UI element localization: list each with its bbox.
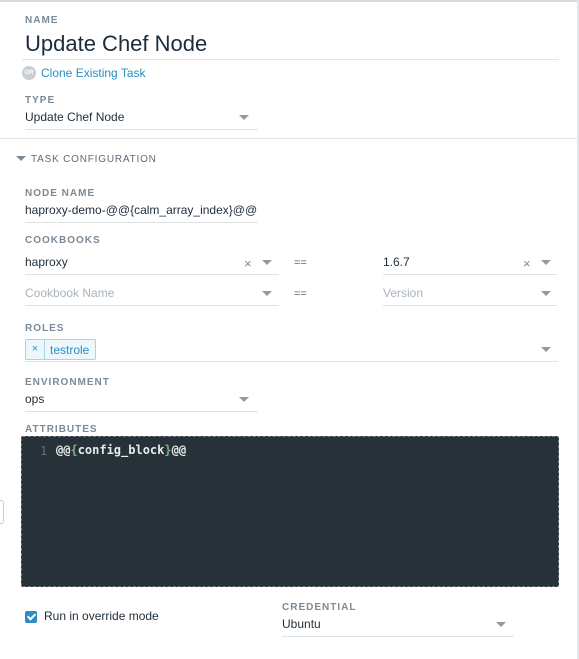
equals-operator: ==: [294, 257, 307, 269]
clone-existing-task-link[interactable]: Clone Existing Task: [41, 66, 146, 80]
new-cookbook-version-select[interactable]: Version: [383, 284, 557, 306]
collapse-triangle-icon[interactable]: [16, 156, 26, 161]
chevron-down-icon[interactable]: [262, 260, 272, 265]
section-divider: [0, 138, 577, 139]
brace-open: {: [70, 443, 78, 457]
or-badge: OR: [22, 66, 36, 80]
cookbook-name-placeholder: Cookbook Name: [25, 286, 115, 300]
credential-select[interactable]: Ubuntu: [282, 615, 514, 637]
macro-open: @@: [56, 443, 71, 457]
chevron-down-icon[interactable]: [496, 622, 506, 627]
name-underline: [22, 59, 559, 60]
credential-value: Ubuntu: [282, 617, 321, 631]
new-cookbook-name-select[interactable]: Cookbook Name: [25, 284, 279, 306]
name-label: NAME: [25, 15, 59, 26]
code-line: @@{config_block}@@: [56, 443, 186, 457]
credential-label: CREDENTIAL: [282, 602, 357, 613]
environment-value: ops: [25, 392, 45, 406]
chevron-down-icon[interactable]: [541, 347, 551, 352]
environment-select[interactable]: ops: [25, 390, 258, 412]
role-tag: × testrole: [25, 339, 96, 360]
node-name-value: haproxy-demo-@@{calm_array_index}@@: [25, 203, 258, 217]
window-top-border: [0, 0, 579, 2]
chevron-down-icon[interactable]: [262, 291, 272, 296]
environment-label: ENVIRONMENT: [25, 377, 110, 388]
cookbook-name-value: haproxy: [25, 255, 68, 269]
override-mode-checkbox[interactable]: [25, 611, 37, 623]
macro-close: @@: [171, 443, 187, 457]
line-number: 1: [40, 444, 48, 458]
chevron-down-icon[interactable]: [239, 397, 249, 402]
role-tag-label: testrole: [50, 343, 90, 357]
task-configuration-toggle[interactable]: TASK CONFIGURATION: [31, 154, 157, 165]
cookbooks-label: COOKBOOKS: [25, 235, 101, 246]
type-select[interactable]: Update Chef Node: [25, 108, 258, 130]
node-name-label: NODE NAME: [25, 188, 96, 199]
clear-icon[interactable]: ×: [244, 257, 252, 270]
task-name-input[interactable]: Update Chef Node: [25, 31, 207, 57]
attributes-code-editor[interactable]: 1 @@{config_block}@@: [21, 436, 559, 587]
roles-multiselect[interactable]: [25, 339, 558, 362]
brace-close: }: [164, 443, 172, 457]
node-name-input[interactable]: haproxy-demo-@@{calm_array_index}@@: [25, 201, 258, 223]
chevron-down-icon[interactable]: [541, 291, 551, 296]
chevron-down-icon[interactable]: [239, 115, 249, 120]
type-select-value: Update Chef Node: [25, 110, 125, 124]
version-placeholder: Version: [383, 286, 424, 300]
clear-icon[interactable]: ×: [523, 257, 531, 270]
panel-resize-handle[interactable]: [0, 500, 4, 524]
roles-label: ROLES: [25, 323, 65, 334]
override-mode-label[interactable]: Run in override mode: [44, 609, 159, 623]
cookbook-version-select[interactable]: 1.6.7 ×: [383, 253, 557, 275]
remove-tag-icon[interactable]: ×: [26, 340, 45, 359]
macro-identifier: config_block: [77, 443, 165, 457]
cookbook-name-select[interactable]: haproxy ×: [25, 253, 279, 275]
equals-operator: ==: [294, 288, 307, 300]
type-label: TYPE: [25, 95, 56, 106]
chevron-down-icon[interactable]: [541, 260, 551, 265]
attributes-label: ATTRIBUTES: [25, 424, 98, 435]
cookbook-version-value: 1.6.7: [383, 255, 410, 269]
